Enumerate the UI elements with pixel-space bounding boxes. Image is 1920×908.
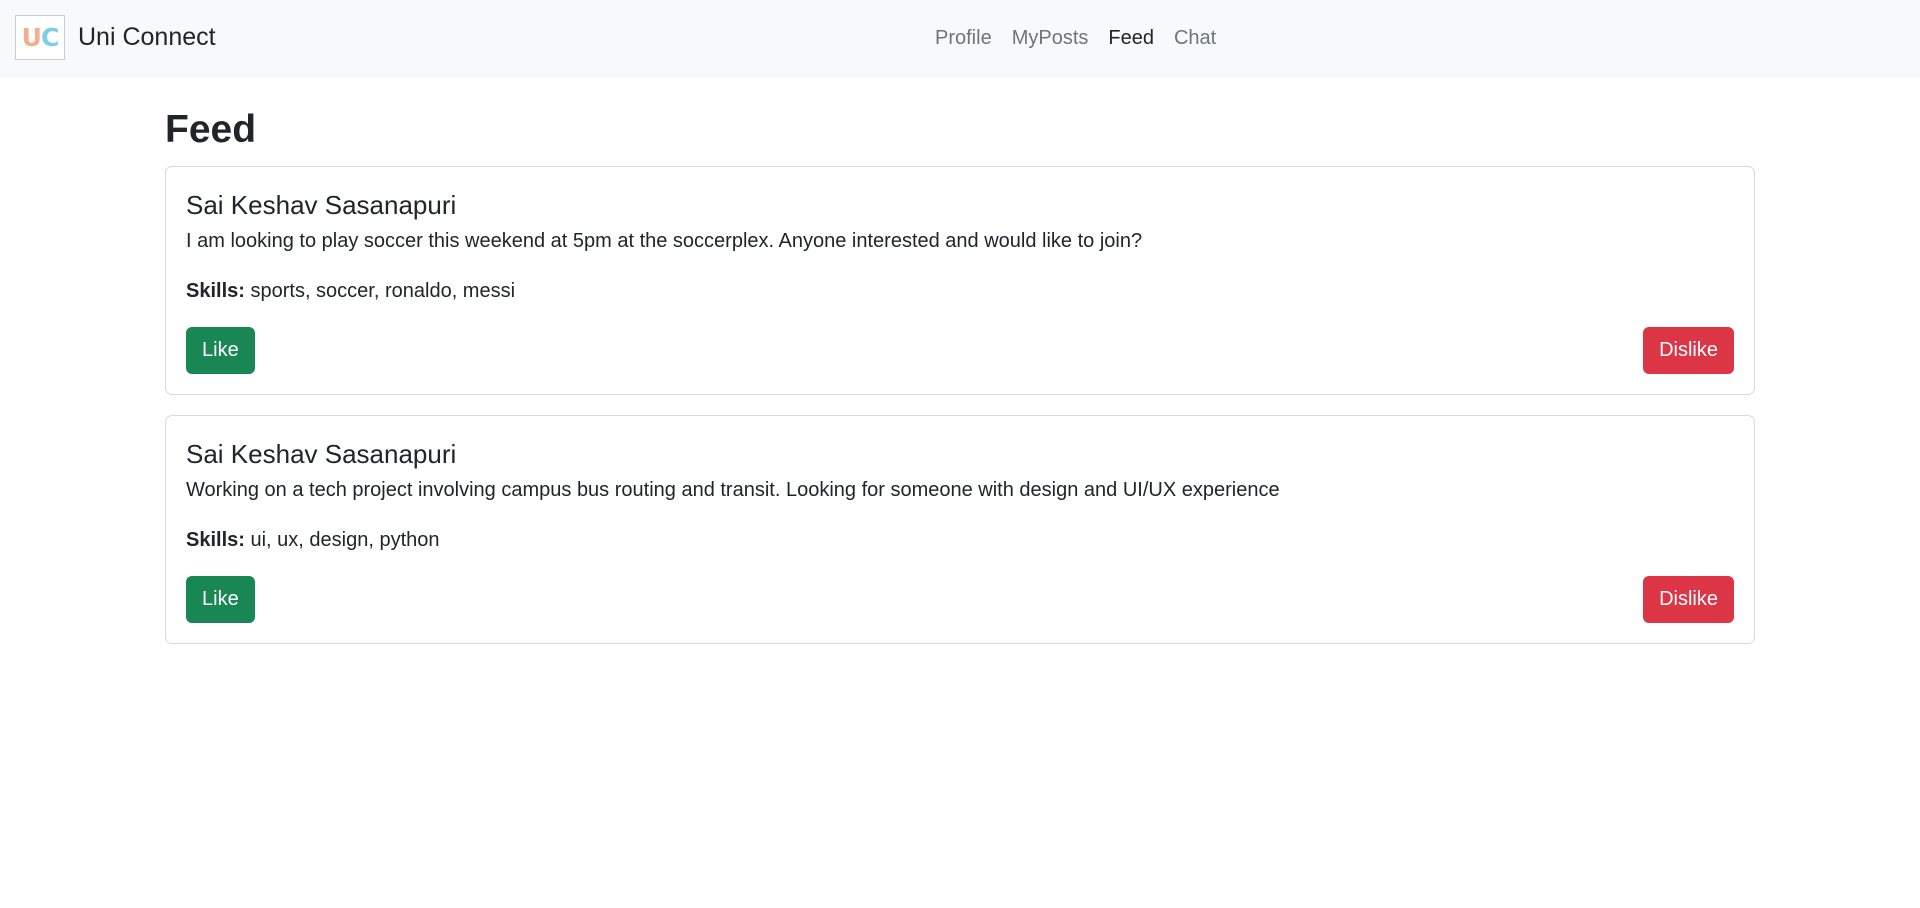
nav-link-chat[interactable]: Chat bbox=[1164, 27, 1226, 50]
logo: UC bbox=[15, 15, 65, 60]
dislike-button[interactable]: Dislike bbox=[1643, 327, 1734, 374]
nav-link-myposts[interactable]: MyPosts bbox=[1002, 27, 1099, 50]
post-card: Sai Keshav Sasanapuri I am looking to pl… bbox=[165, 166, 1755, 395]
brand-name: Uni Connect bbox=[78, 23, 216, 51]
like-button[interactable]: Like bbox=[186, 327, 255, 374]
nav-link-profile[interactable]: Profile bbox=[925, 27, 1002, 50]
skills-value: ui, ux, design, python bbox=[250, 529, 440, 551]
logo-letter-u: U bbox=[21, 23, 42, 52]
brand-link[interactable]: UC Uni Connect bbox=[15, 15, 216, 60]
like-button[interactable]: Like bbox=[186, 576, 255, 623]
feed-list: Sai Keshav Sasanapuri I am looking to pl… bbox=[165, 166, 1755, 644]
page-title: Feed bbox=[165, 108, 257, 151]
logo-letter-c: C bbox=[40, 23, 59, 52]
post-content: Working on a tech project involving camp… bbox=[186, 479, 1280, 501]
dislike-button[interactable]: Dislike bbox=[1643, 576, 1734, 623]
post-card: Sai Keshav Sasanapuri Working on a tech … bbox=[165, 415, 1755, 644]
skills-label: Skills: bbox=[186, 280, 245, 302]
post-skills: Skills: sports, soccer, ronaldo, messi bbox=[186, 277, 1734, 305]
main-content: Feed Sai Keshav Sasanapuri I am looking … bbox=[165, 77, 1755, 664]
nav-links: Profile MyPosts Feed Chat bbox=[925, 0, 1226, 77]
nav-link-feed[interactable]: Feed bbox=[1098, 27, 1164, 50]
post-content: I am looking to play soccer this weekend… bbox=[186, 230, 1143, 252]
skills-label: Skills: bbox=[186, 529, 245, 551]
post-author: Sai Keshav Sasanapuri bbox=[186, 190, 457, 220]
skills-value: sports, soccer, ronaldo, messi bbox=[250, 280, 516, 302]
post-author: Sai Keshav Sasanapuri bbox=[186, 439, 457, 469]
post-skills: Skills: ui, ux, design, python bbox=[186, 526, 1734, 554]
navbar: UC Uni Connect Profile MyPosts Feed Chat bbox=[0, 0, 1920, 77]
